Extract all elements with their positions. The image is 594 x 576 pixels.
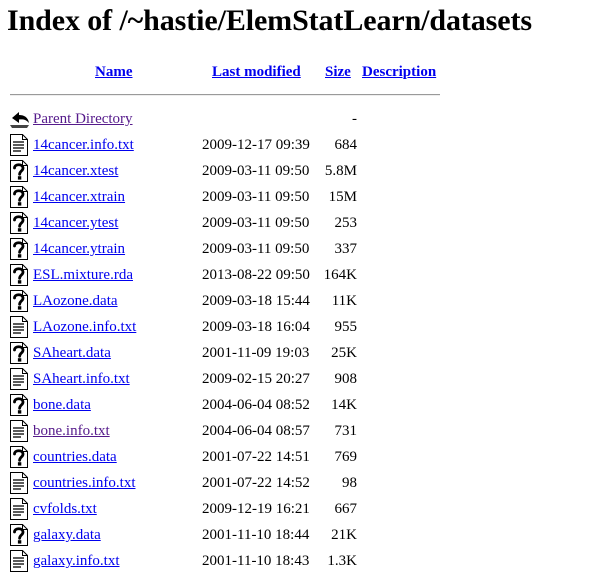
file-size: 731	[334, 423, 358, 439]
file-link[interactable]: 14cancer.info.txt	[33, 137, 134, 154]
file-size: 337	[334, 241, 358, 257]
file-row: countries.info.txt 2001-07-22 14:52 98	[0, 472, 594, 498]
file-modified-date: 2004-06-04 08:52	[202, 397, 310, 413]
header-divider	[10, 94, 440, 96]
file-size: 5.8M	[324, 163, 357, 179]
file-size: 908	[334, 371, 358, 387]
file-size: 1.3K	[327, 553, 357, 569]
file-row: LAozone.info.txt 2009-03-18 16:04 955	[0, 316, 594, 342]
file-row: countries.data 2001-07-22 14:51 769	[0, 446, 594, 472]
file-size: 769	[334, 449, 358, 465]
unknown-file-icon	[9, 212, 29, 234]
text-file-icon	[9, 472, 29, 494]
text-file-icon	[9, 550, 29, 572]
sort-by-name-link[interactable]: Name	[95, 64, 133, 81]
file-row: galaxy.data 2001-11-10 18:44 21K	[0, 524, 594, 550]
file-link[interactable]: LAozone.data	[33, 293, 118, 310]
unknown-file-icon	[9, 264, 29, 286]
unknown-file-icon	[9, 394, 29, 416]
file-row: cvfolds.txt 2009-12-19 16:21 667	[0, 498, 594, 524]
text-file-icon	[9, 498, 29, 520]
file-size: 684	[334, 137, 358, 153]
page-title: Index of /~hastie/ElemStatLearn/datasets	[7, 4, 532, 37]
file-link[interactable]: 14cancer.ytrain	[33, 241, 125, 258]
file-link[interactable]: galaxy.info.txt	[33, 553, 120, 570]
file-size: -	[352, 111, 357, 127]
file-modified-date: 2009-03-11 09:50	[202, 163, 310, 179]
file-row: bone.data 2004-06-04 08:52 14K	[0, 394, 594, 420]
file-row: SAheart.data 2001-11-09 19:03 25K	[0, 342, 594, 368]
file-modified-date: 2009-12-19 16:21	[202, 501, 310, 517]
file-size: 21K	[331, 527, 357, 543]
file-size: 164K	[323, 267, 357, 283]
file-row: 14cancer.info.txt 2009-12-17 09:39 684	[0, 134, 594, 160]
file-row: SAheart.info.txt 2009-02-15 20:27 908	[0, 368, 594, 394]
text-file-icon	[9, 134, 29, 156]
back-arrow-icon	[9, 108, 29, 130]
file-link[interactable]: 14cancer.ytest	[33, 215, 118, 232]
file-link[interactable]: bone.info.txt	[33, 423, 110, 440]
file-link[interactable]: cvfolds.txt	[33, 501, 97, 518]
file-row: bone.info.txt 2004-06-04 08:57 731	[0, 420, 594, 446]
file-link[interactable]: SAheart.data	[33, 345, 111, 362]
file-link[interactable]: 14cancer.xtest	[33, 163, 118, 180]
file-modified-date: 2001-11-10 18:43	[202, 553, 310, 569]
file-row: LAozone.data 2009-03-18 15:44 11K	[0, 290, 594, 316]
file-size: 14K	[331, 397, 357, 413]
unknown-file-icon	[9, 524, 29, 546]
file-modified-date: 2009-03-18 16:04	[202, 319, 310, 335]
file-row: 14cancer.ytrain 2009-03-11 09:50 337	[0, 238, 594, 264]
text-file-icon	[9, 368, 29, 390]
file-link[interactable]: 14cancer.xtrain	[33, 189, 125, 206]
unknown-file-icon	[9, 160, 29, 182]
file-modified-date: 2009-02-15 20:27	[202, 371, 310, 387]
file-size: 98	[342, 475, 357, 491]
file-link[interactable]: galaxy.data	[33, 527, 101, 544]
file-modified-date: 2001-11-09 19:03	[202, 345, 310, 361]
file-link[interactable]: countries.info.txt	[33, 475, 135, 492]
file-modified-date: 2004-06-04 08:57	[202, 423, 310, 439]
file-size: 11K	[331, 293, 357, 309]
file-modified-date: 2001-11-10 18:44	[202, 527, 310, 543]
file-link[interactable]: LAozone.info.txt	[33, 319, 136, 336]
sort-by-size-link[interactable]: Size	[325, 64, 351, 81]
file-size: 25K	[331, 345, 357, 361]
file-modified-date: 2013-08-22 09:50	[202, 267, 310, 283]
file-row: 14cancer.ytest 2009-03-11 09:50 253	[0, 212, 594, 238]
file-modified-date: 2009-03-11 09:50	[202, 189, 310, 205]
sort-by-last-modified-link[interactable]: Last modified	[212, 64, 301, 81]
parent-directory-link[interactable]: Parent Directory	[33, 111, 133, 128]
file-size: 667	[334, 501, 358, 517]
file-row: galaxy.info.txt 2001-11-10 18:43 1.3K	[0, 550, 594, 576]
file-size: 15M	[328, 189, 357, 205]
file-modified-date: 2009-12-17 09:39	[202, 137, 310, 153]
file-modified-date: 2009-03-11 09:50	[202, 241, 310, 257]
file-modified-date: 2001-07-22 14:52	[202, 475, 310, 491]
file-size: 955	[334, 319, 358, 335]
file-modified-date: 2001-07-22 14:51	[202, 449, 310, 465]
unknown-file-icon	[9, 290, 29, 312]
text-file-icon	[9, 316, 29, 338]
file-link[interactable]: bone.data	[33, 397, 91, 414]
file-link[interactable]: ESL.mixture.rda	[33, 267, 133, 284]
file-modified-date: 2009-03-11 09:50	[202, 215, 310, 231]
file-row: 14cancer.xtest 2009-03-11 09:50 5.8M	[0, 160, 594, 186]
file-modified-date: 2009-03-18 15:44	[202, 293, 310, 309]
unknown-file-icon	[9, 342, 29, 364]
file-row: 14cancer.xtrain 2009-03-11 09:50 15M	[0, 186, 594, 212]
unknown-file-icon	[9, 446, 29, 468]
parent-directory-row: Parent Directory -	[0, 108, 594, 134]
file-row: ESL.mixture.rda 2013-08-22 09:50 164K	[0, 264, 594, 290]
file-link[interactable]: countries.data	[33, 449, 117, 466]
sort-by-description-link[interactable]: Description	[362, 64, 436, 81]
unknown-file-icon	[9, 238, 29, 260]
file-link[interactable]: SAheart.info.txt	[33, 371, 130, 388]
unknown-file-icon	[9, 186, 29, 208]
text-file-icon	[9, 420, 29, 442]
file-size: 253	[334, 215, 358, 231]
